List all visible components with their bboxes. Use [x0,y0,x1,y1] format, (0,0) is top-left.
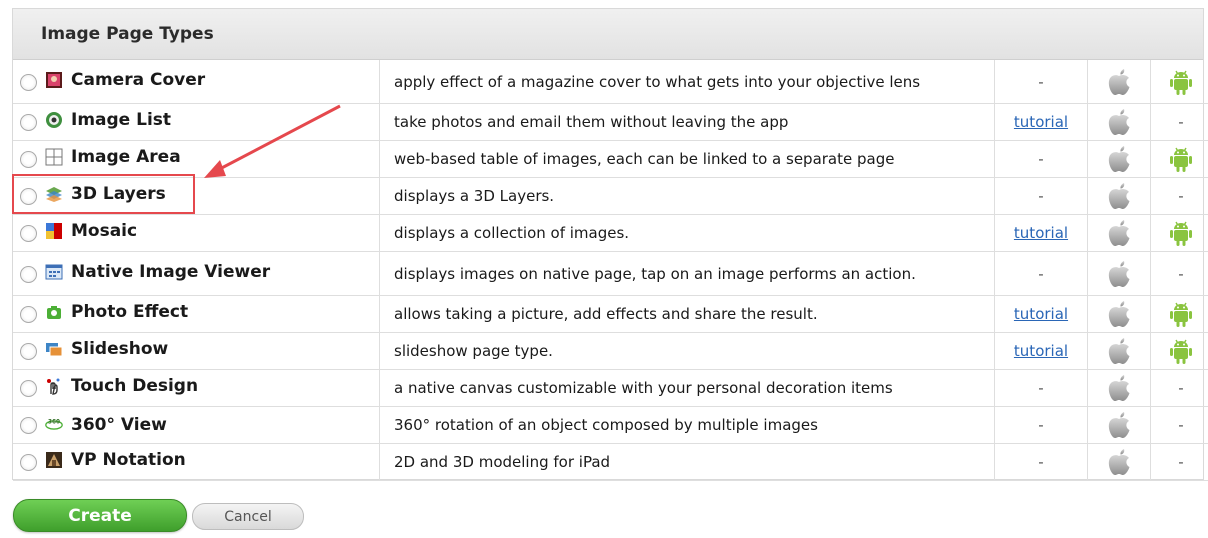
tutorial-none: - [1038,453,1044,471]
page-type-name: Native Image Viewer [71,261,271,282]
page-type-name: Photo Effect [71,302,189,322]
apple-icon [1105,220,1133,246]
tutorial-link[interactable]: tutorial [1014,342,1068,360]
table-row: VP Notation 2D and 3D modeling for iPad - - [13,443,1208,481]
native-image-viewer-icon [45,263,63,281]
page-type-description: slideshow page type. [394,342,553,360]
page-type-description: allows taking a picture, add effects and… [394,305,818,323]
page-type-description: 2D and 3D modeling for iPad [394,453,611,471]
page-type-radio[interactable] [19,417,37,434]
apple-icon [1105,183,1133,209]
android-unavailable: - [1178,187,1184,205]
apple-icon [1105,412,1133,438]
page-type-name: Mosaic [71,221,138,241]
android-unavailable: - [1178,113,1184,131]
apple-icon [1105,68,1133,95]
tutorial-none: - [1038,416,1044,434]
page-type-description: displays images on native page, tap on a… [394,264,916,283]
table-row: Camera Cover apply effect of a magazine c… [13,60,1208,104]
tutorial-none: - [1038,187,1044,205]
page-type-radio[interactable] [19,454,37,471]
page-type-description: 360° rotation of an object composed by m… [394,416,818,434]
tutorial-none: - [1038,150,1044,168]
mosaic-icon [45,222,63,240]
page-type-radio[interactable] [19,306,37,323]
camera-cover-icon [45,71,63,89]
android-icon [1167,147,1195,172]
page-type-radio[interactable] [19,188,37,205]
android-icon [1167,302,1195,327]
tutorial-none: - [1038,72,1044,91]
android-icon [1167,339,1195,364]
page-type-description: displays a 3D Layers. [394,187,555,205]
page-type-radio[interactable] [19,380,37,397]
android-unavailable: - [1178,453,1184,471]
page-type-radio[interactable] [19,151,37,168]
page-type-description: apply effect of a magazine cover to what… [394,72,921,91]
android-unavailable: - [1178,264,1184,283]
tutorial-link[interactable]: tutorial [1014,224,1068,242]
touch-design-icon [45,377,63,395]
image-area-icon [45,148,63,166]
page-type-radio[interactable] [19,265,37,283]
apple-icon [1105,301,1133,327]
table-row: Photo Effect allows taking a picture, add… [13,295,1208,333]
page-type-description: displays a collection of images. [394,224,630,242]
apple-icon [1105,260,1133,287]
apple-icon [1105,375,1133,401]
tutorial-link[interactable]: tutorial [1014,113,1068,131]
table-row: Slideshow slideshow page type. tutorial [13,332,1208,370]
table-row: Touch Design a native canvas customizable… [13,369,1208,407]
page-type-radio[interactable] [19,73,37,91]
image-list-icon [45,111,63,129]
3d-layers-icon [45,185,63,203]
svg-text:360: 360 [48,419,60,425]
tutorial-none: - [1038,264,1044,283]
360-view-icon: 360 [45,416,63,434]
page-types-panel: Image Page Types Camera Cover apply effec… [12,8,1208,481]
table-row: Image List take photos and email them wit… [13,103,1208,141]
page-type-description: web-based table of images, each can be l… [394,150,895,168]
page-types-table: Camera Cover apply effect of a magazine c… [13,60,1208,481]
vp-notation-icon [45,451,63,469]
apple-icon [1105,449,1133,475]
slideshow-icon [45,340,63,358]
page-type-description: a native canvas customizable with your p… [394,379,893,397]
photo-effect-icon [45,303,63,321]
page-type-name: Slideshow [71,339,169,359]
create-button[interactable]: Create [13,499,187,532]
tutorial-link[interactable]: tutorial [1014,305,1068,323]
panel-title: Image Page Types [41,24,214,44]
page-type-name: Image Area [71,147,181,167]
table-row: 3D Layers displays a 3D Layers. - - [13,177,1208,215]
page-type-name: Image List [71,110,172,130]
table-row: Native Image Viewer displays images on na… [13,251,1208,296]
android-icon [1167,70,1195,95]
page-type-name: Camera Cover [71,69,206,90]
cancel-button[interactable]: Cancel [192,503,304,530]
android-unavailable: - [1178,416,1184,434]
android-unavailable: - [1178,379,1184,397]
table-row: 360 360° View 360° rotation of an object c… [13,406,1208,444]
page-type-name: VP Notation [71,450,186,470]
page-type-name: 3D Layers [71,184,166,204]
table-row: Mosaic displays a collection of images. tu… [13,214,1208,252]
page-type-radio[interactable] [19,343,37,360]
android-icon [1167,221,1195,246]
page-type-radio[interactable] [19,114,37,131]
page-type-name: Touch Design [71,376,199,396]
panel-header: Image Page Types [13,9,1203,60]
table-row: Image Area web-based table of images, eac… [13,140,1208,178]
page-type-radio[interactable] [19,225,37,242]
apple-icon [1105,146,1133,172]
page-type-description: take photos and email them without leavi… [394,113,789,131]
apple-icon [1105,338,1133,364]
page-type-name: 360° View [71,414,167,435]
tutorial-none: - [1038,379,1044,397]
apple-icon [1105,109,1133,135]
